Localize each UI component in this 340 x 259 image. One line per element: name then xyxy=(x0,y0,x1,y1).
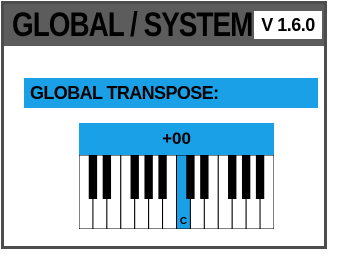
black-key[interactable] xyxy=(255,155,265,199)
black-key[interactable] xyxy=(228,155,237,199)
black-key[interactable] xyxy=(88,155,98,199)
black-key[interactable] xyxy=(241,155,251,199)
parameter-header: GLOBAL TRANSPOSE: xyxy=(24,78,318,108)
piano-keyboard[interactable]: C xyxy=(79,155,274,229)
version-badge: V 1.6.0 xyxy=(254,11,322,39)
key-note-label: C xyxy=(180,216,187,227)
parameter-label: GLOBAL TRANSPOSE: xyxy=(30,83,219,103)
header-bar: GLOBAL / SYSTEM: V 1.6.0 xyxy=(4,4,324,46)
black-key[interactable] xyxy=(158,155,167,199)
black-key[interactable] xyxy=(130,155,139,199)
parameter-value-field[interactable]: +00 xyxy=(79,123,274,155)
screen-frame: GLOBAL / SYSTEM: V 1.6.0 GLOBAL TRANSPOS… xyxy=(1,1,327,249)
page-title: GLOBAL / SYSTEM: xyxy=(12,6,262,44)
black-key[interactable] xyxy=(144,155,153,199)
parameter-value: +00 xyxy=(162,129,191,148)
black-key[interactable] xyxy=(200,155,209,199)
black-key[interactable] xyxy=(102,155,112,199)
content-panel: GLOBAL TRANSPOSE: +00 C xyxy=(4,46,324,246)
black-key[interactable] xyxy=(186,155,195,199)
version-label: V 1.6.0 xyxy=(261,15,315,35)
